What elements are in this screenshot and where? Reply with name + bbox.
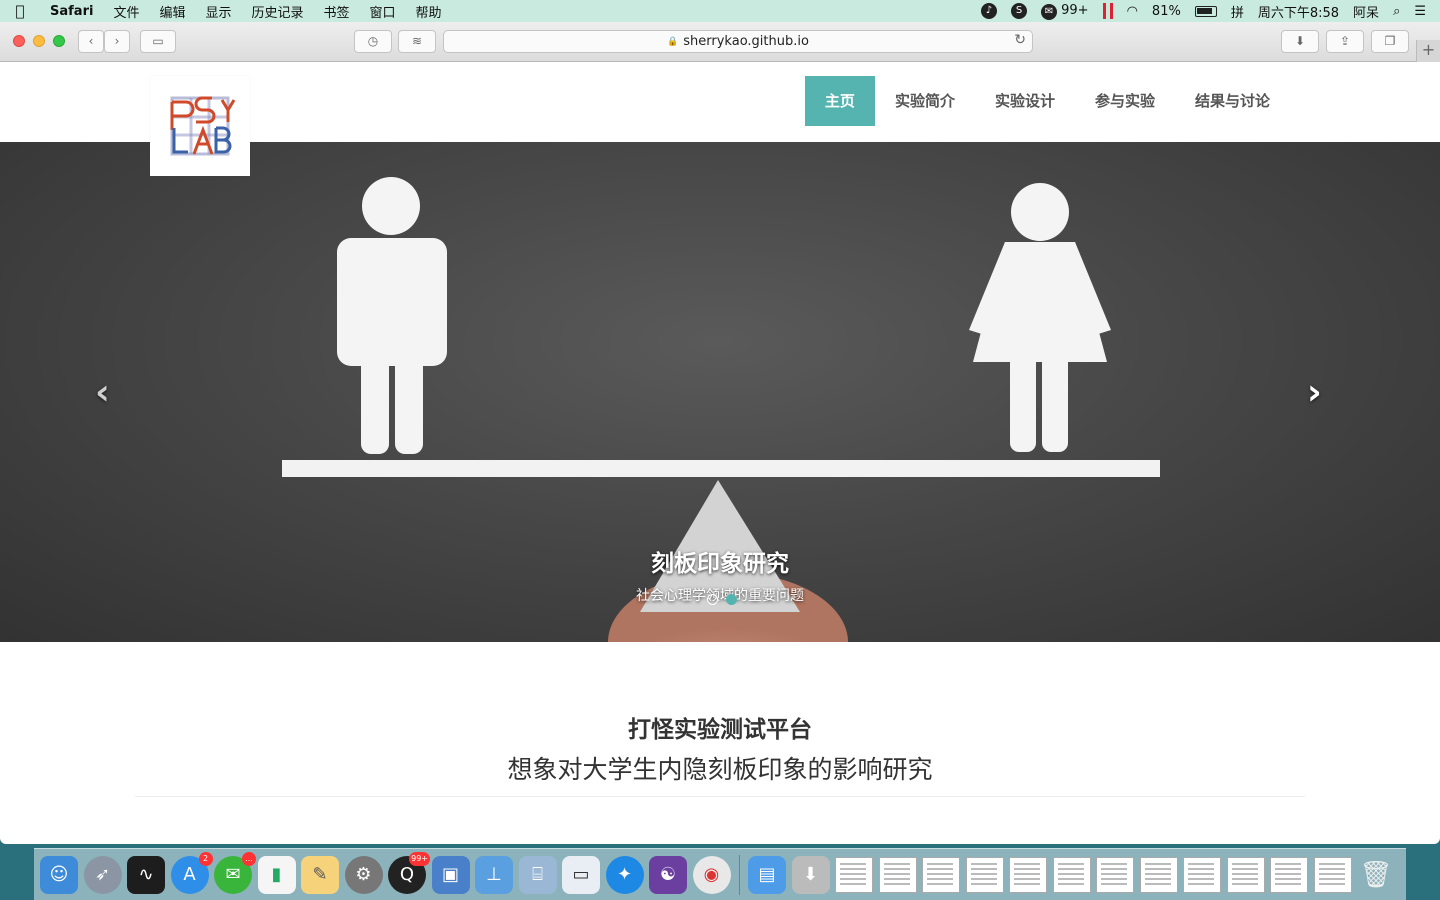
minimized-window-9[interactable] <box>1183 856 1221 893</box>
nav-results[interactable]: 结果与讨论 <box>1175 76 1290 126</box>
lock-icon: 🔒 <box>667 36 679 47</box>
menu-view[interactable]: 显示 <box>195 2 241 21</box>
qq-badge: 99+ <box>409 851 430 866</box>
chrome-icon[interactable]: ◉ <box>692 855 731 894</box>
wifi-icon[interactable]: ◠ <box>1127 4 1138 19</box>
hero-carousel: ‹ › 刻板印象研究 社会心理学领域的重要问题 <box>0 142 1440 642</box>
pages-icon[interactable]: ✎ <box>301 855 339 894</box>
minimized-window-2[interactable] <box>878 856 917 893</box>
qq-icon[interactable]: Q 99+ <box>388 851 430 894</box>
menu-bookmarks[interactable]: 书签 <box>314 2 360 21</box>
preview-icon[interactable]: ⌸ <box>518 855 557 894</box>
menu-file[interactable]: 文件 <box>103 2 149 21</box>
keynote-icon[interactable]: ⊥ <box>475 855 513 894</box>
carousel-indicators <box>707 594 737 605</box>
battery-percent[interactable]: 81% <box>1152 4 1181 19</box>
finder-icon[interactable]: ☺ <box>40 855 78 894</box>
minimized-window-1[interactable] <box>835 856 873 893</box>
carousel-indicator-2[interactable] <box>726 594 737 605</box>
menu-app-safari[interactable]: Safari <box>40 4 103 19</box>
minimized-window-10[interactable] <box>1226 856 1265 893</box>
menu-bar:  Safari 文件 编辑 显示 历史记录 书签 窗口 帮助 ♪ S ✉ 99… <box>0 0 1440 22</box>
minimized-window-11[interactable] <box>1270 856 1308 893</box>
minimized-window-12[interactable] <box>1313 856 1352 893</box>
downloads-stack-icon[interactable]: ⬇ <box>791 855 830 894</box>
app-store-badge: 2 <box>198 851 213 866</box>
dock: ☺ ➶ ∿ A 2 ✉ ... ▮ ✎ ⚙ Q 99+ ▣ ⊥ ⌸ ▭ ✦ ☯ … <box>34 848 1406 900</box>
nav-design[interactable]: 实验设计 <box>975 76 1075 126</box>
dock-separator <box>739 854 740 895</box>
menu-edit[interactable]: 编辑 <box>149 2 195 21</box>
carousel-indicator-1[interactable] <box>707 594 718 605</box>
carousel-prev-button[interactable]: ‹ <box>95 372 110 413</box>
clock[interactable]: 周六下午8:58 <box>1258 2 1339 21</box>
battery-icon[interactable] <box>1194 5 1217 17</box>
wechat-dock-badge: ... <box>242 851 256 866</box>
psy-lab-logo-icon <box>170 96 236 156</box>
minimized-window-4[interactable] <box>965 856 1004 893</box>
reader-icon[interactable]: ≋ <box>398 30 436 53</box>
safari-icon[interactable]: ✦ <box>605 855 644 894</box>
browser-toolbar: ‹ › ▭ ◷ ≋ 🔒 sherrykao.github.io ↻ ⬇ ⇪ ❐ … <box>0 22 1440 62</box>
tabs-overview-icon[interactable]: ❐ <box>1371 30 1409 53</box>
apple-icon[interactable]:  <box>0 2 40 20</box>
activity-monitor-icon[interactable]: ∿ <box>127 855 165 894</box>
site-logo[interactable] <box>150 76 250 176</box>
back-button[interactable]: ‹ <box>78 30 104 53</box>
app-store-icon[interactable]: A 2 <box>170 851 213 894</box>
minimize-window-button[interactable] <box>33 35 45 47</box>
forward-button[interactable]: › <box>104 30 130 53</box>
launchpad-icon[interactable]: ➶ <box>83 855 122 894</box>
parallels-desktop-icon[interactable]: ▣ <box>431 855 470 894</box>
wechat-dock-icon[interactable]: ✉ ... <box>214 851 256 894</box>
parallels-icon[interactable] <box>1102 3 1113 19</box>
section-divider <box>135 796 1305 797</box>
wechat-status[interactable]: ✉ 99+ <box>1041 3 1089 20</box>
web-page: 主页 实验简介 实验设计 参与实验 结果与讨论 ‹ › 刻板印象研究 社会心理学… <box>0 62 1440 844</box>
menu-window[interactable]: 窗口 <box>360 2 406 21</box>
remote-desktop-icon[interactable]: ▭ <box>562 855 600 894</box>
wechat-count: 99+ <box>1061 2 1089 18</box>
spotlight-icon[interactable]: ⌕ <box>1393 4 1400 19</box>
minimized-window-6[interactable] <box>1052 856 1091 893</box>
trash-icon[interactable]: 🗑 <box>1357 856 1395 894</box>
carousel-title: 刻板印象研究 <box>651 551 789 577</box>
reload-icon[interactable]: ↻ <box>1014 32 1026 48</box>
input-method-icon[interactable]: 拼 <box>1231 2 1244 21</box>
applications-folder-icon[interactable]: ▤ <box>748 855 786 894</box>
sidebar-icon[interactable]: ▭ <box>140 30 176 53</box>
downloads-icon[interactable]: ⬇ <box>1281 30 1319 53</box>
nav-intro[interactable]: 实验简介 <box>875 76 975 126</box>
intro-subheading: 想象对大学生内隐刻板印象的影响研究 <box>507 755 933 784</box>
intro-heading: 打怪实验测试平台 <box>628 717 812 743</box>
notification-center-icon[interactable]: ☰ <box>1414 4 1426 19</box>
minimized-window-5[interactable] <box>1009 856 1047 893</box>
bell-icon[interactable]: ♪ <box>981 3 997 19</box>
maximize-window-button[interactable] <box>53 35 65 47</box>
numbers-icon[interactable]: ▮ <box>257 855 296 894</box>
menu-history[interactable]: 历史记录 <box>241 2 313 21</box>
wechat-icon: ✉ <box>1041 3 1057 20</box>
menu-help[interactable]: 帮助 <box>406 2 452 21</box>
share-icon[interactable]: ⇪ <box>1326 30 1364 53</box>
user-name[interactable]: 阿呆 <box>1353 2 1379 21</box>
minimized-window-7[interactable] <box>1096 856 1134 893</box>
new-tab-button[interactable]: + <box>1416 40 1440 62</box>
nav-participate[interactable]: 参与实验 <box>1075 76 1175 126</box>
minimized-window-8[interactable] <box>1139 856 1178 893</box>
url-text: sherrykao.github.io <box>683 34 809 49</box>
minimized-window-3[interactable] <box>922 856 960 893</box>
address-bar[interactable]: 🔒 sherrykao.github.io ↻ <box>443 30 1033 53</box>
nav-home[interactable]: 主页 <box>804 76 875 126</box>
carousel-next-button[interactable]: › <box>1307 372 1322 413</box>
system-preferences-icon[interactable]: ⚙ <box>344 855 383 894</box>
close-window-button[interactable] <box>13 35 25 47</box>
github-desktop-icon[interactable]: ☯ <box>649 855 687 894</box>
history-icon[interactable]: ◷ <box>354 30 392 53</box>
s-app-icon[interactable]: S <box>1011 3 1027 19</box>
site-nav: 主页 实验简介 实验设计 参与实验 结果与讨论 <box>804 76 1290 126</box>
